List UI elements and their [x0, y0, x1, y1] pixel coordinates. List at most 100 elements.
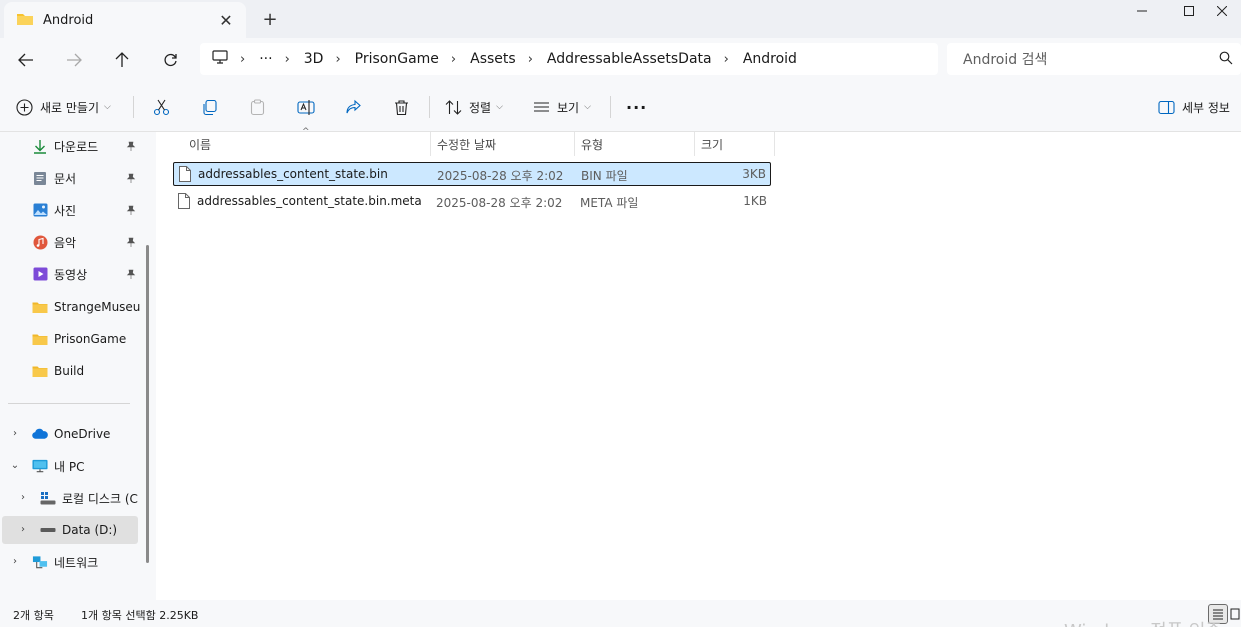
- column-type-label: 유형: [581, 137, 604, 152]
- share-icon: [346, 99, 361, 113]
- column-header-name[interactable]: 이름: [183, 132, 430, 156]
- nav-item-this-pc[interactable]: 내 PC: [32, 452, 140, 480]
- view-button-label: 보기: [557, 100, 580, 115]
- nav-item-label: Build: [54, 364, 85, 378]
- pin-icon: [126, 204, 136, 218]
- video-icon: [32, 266, 48, 282]
- breadcrumb-overflow[interactable]: ···: [259, 51, 272, 67]
- chevron-right-icon[interactable]: ›: [17, 492, 29, 503]
- nav-item-label: 문서: [54, 171, 77, 186]
- forward-button[interactable]: [58, 46, 90, 74]
- network-icon: [32, 554, 48, 570]
- nav-item-music[interactable]: 음악: [32, 228, 140, 256]
- chevron-down-icon: ⌵: [496, 102, 503, 112]
- close-tab-icon[interactable]: ✕: [216, 10, 236, 30]
- pin-icon: [126, 268, 136, 282]
- title-bar: Android ✕ +: [0, 0, 1241, 38]
- file-type: META 파일: [580, 196, 639, 210]
- paste-button[interactable]: [249, 94, 266, 120]
- nav-item-label: StrangeMuseum: [54, 300, 140, 314]
- monitor-icon: [212, 50, 228, 68]
- file-row[interactable]: addressables_content_state.bin.meta 2025…: [173, 190, 771, 214]
- nav-item-strangemuseum[interactable]: StrangeMuseum: [32, 293, 140, 321]
- back-button[interactable]: [10, 46, 42, 74]
- file-row[interactable]: addressables_content_state.bin 2025-08-2…: [173, 162, 771, 186]
- status-bar: 2개 항목 1개 항목 선택함 2.25KB: [0, 600, 1241, 627]
- chevron-right-icon: ›: [723, 51, 729, 67]
- file-size: 3KB: [742, 167, 766, 181]
- nav-item-local-disk-c[interactable]: 로컬 디스크 (C: [40, 484, 140, 512]
- column-resize-handle[interactable]: [774, 132, 775, 156]
- chevron-right-icon[interactable]: ›: [17, 524, 29, 535]
- nav-item-pictures[interactable]: 사진: [32, 196, 140, 224]
- new-button[interactable]: 새로 만들기 ⌵: [16, 94, 111, 120]
- file-list: ^ 이름 수정한 날짜 유형 크기 addressables_content_s…: [156, 127, 1241, 600]
- breadcrumb-addressableassetsdata[interactable]: AddressableAssetsData: [547, 51, 712, 67]
- folder-icon: [32, 299, 48, 315]
- address-bar[interactable]: › ··· › 3D › PrisonGame › Assets › Addre…: [200, 43, 938, 75]
- folder-icon: [32, 331, 48, 347]
- close-window-button[interactable]: [1202, 0, 1241, 22]
- column-header-size[interactable]: 크기: [695, 132, 774, 156]
- refresh-button[interactable]: [154, 46, 186, 74]
- chevron-right-icon: ›: [450, 51, 457, 67]
- nav-item-prisongame[interactable]: PrisonGame: [32, 325, 140, 353]
- folder-icon: [16, 12, 34, 29]
- details-pane-button[interactable]: 세부 정보: [1158, 94, 1230, 120]
- delete-button[interactable]: [393, 94, 410, 120]
- chevron-down-icon[interactable]: ⌄: [9, 460, 21, 471]
- onedrive-icon: [32, 426, 48, 442]
- rename-button[interactable]: [297, 94, 315, 120]
- chevron-right-icon[interactable]: ›: [9, 428, 21, 439]
- nav-item-network[interactable]: 네트워크: [32, 548, 140, 576]
- nav-scrollbar[interactable]: [146, 245, 149, 563]
- new-tab-button[interactable]: +: [258, 7, 282, 31]
- plus-circle-icon: [16, 98, 33, 116]
- nav-item-label: 네트워크: [54, 555, 99, 570]
- download-icon: [32, 138, 48, 154]
- document-icon: [32, 170, 48, 186]
- paste-icon: [250, 98, 265, 115]
- more-options-button[interactable]: ···: [626, 94, 647, 120]
- tab-android[interactable]: Android ✕: [4, 2, 246, 38]
- drive-icon: [40, 522, 56, 538]
- nav-item-data-d[interactable]: › Data (D:): [2, 516, 138, 544]
- search-input[interactable]: Android 검색: [947, 43, 1241, 75]
- command-bar: 새로 만들기 ⌵ 정렬 ⌵ 보기 ⌵ ··· 세부 정보: [0, 82, 1241, 132]
- nav-item-downloads[interactable]: 다운로드: [32, 132, 140, 160]
- share-button[interactable]: [345, 94, 362, 120]
- cut-button[interactable]: [153, 94, 170, 120]
- search-placeholder: Android 검색: [963, 52, 1048, 68]
- column-modified-label: 수정한 날짜: [437, 137, 497, 152]
- nav-item-documents[interactable]: 문서: [32, 164, 140, 192]
- nav-item-label: OneDrive: [54, 427, 111, 441]
- nav-item-label: 로컬 디스크 (C: [62, 491, 138, 506]
- activation-watermark: Windows 정품 인증: [1064, 617, 1222, 627]
- nav-item-build[interactable]: Build: [32, 357, 140, 385]
- sort-button-label: 정렬: [469, 100, 492, 115]
- local-disk-icon: [40, 490, 56, 506]
- column-header-modified[interactable]: 수정한 날짜: [431, 132, 574, 156]
- search-icon: [1219, 51, 1233, 69]
- music-icon: [32, 234, 48, 250]
- breadcrumb-prisongame[interactable]: PrisonGame: [355, 51, 439, 67]
- column-name-label: 이름: [189, 137, 212, 152]
- chevron-down-icon: ⌵: [104, 102, 111, 112]
- tiles-view-button[interactable]: [1229, 604, 1241, 624]
- minimize-button[interactable]: [1119, 0, 1165, 22]
- breadcrumb-android[interactable]: Android: [743, 51, 797, 67]
- navigation-bar: › ··· › 3D › PrisonGame › Assets › Addre…: [0, 38, 1241, 82]
- nav-item-videos[interactable]: 동영상: [32, 260, 140, 288]
- chevron-right-icon[interactable]: ›: [9, 556, 21, 567]
- copy-button[interactable]: [201, 94, 218, 120]
- column-size-label: 크기: [701, 137, 724, 152]
- column-header-type[interactable]: 유형: [575, 132, 694, 156]
- nav-item-onedrive[interactable]: OneDrive: [32, 420, 140, 448]
- chevron-right-icon: ›: [335, 51, 341, 67]
- breadcrumb-3d[interactable]: 3D: [304, 51, 324, 67]
- up-button[interactable]: [106, 46, 138, 74]
- nav-item-label: 다운로드: [54, 139, 99, 154]
- view-button[interactable]: 보기 ⌵: [533, 94, 591, 120]
- breadcrumb-assets[interactable]: Assets: [470, 51, 516, 67]
- sort-button[interactable]: 정렬 ⌵: [445, 94, 503, 120]
